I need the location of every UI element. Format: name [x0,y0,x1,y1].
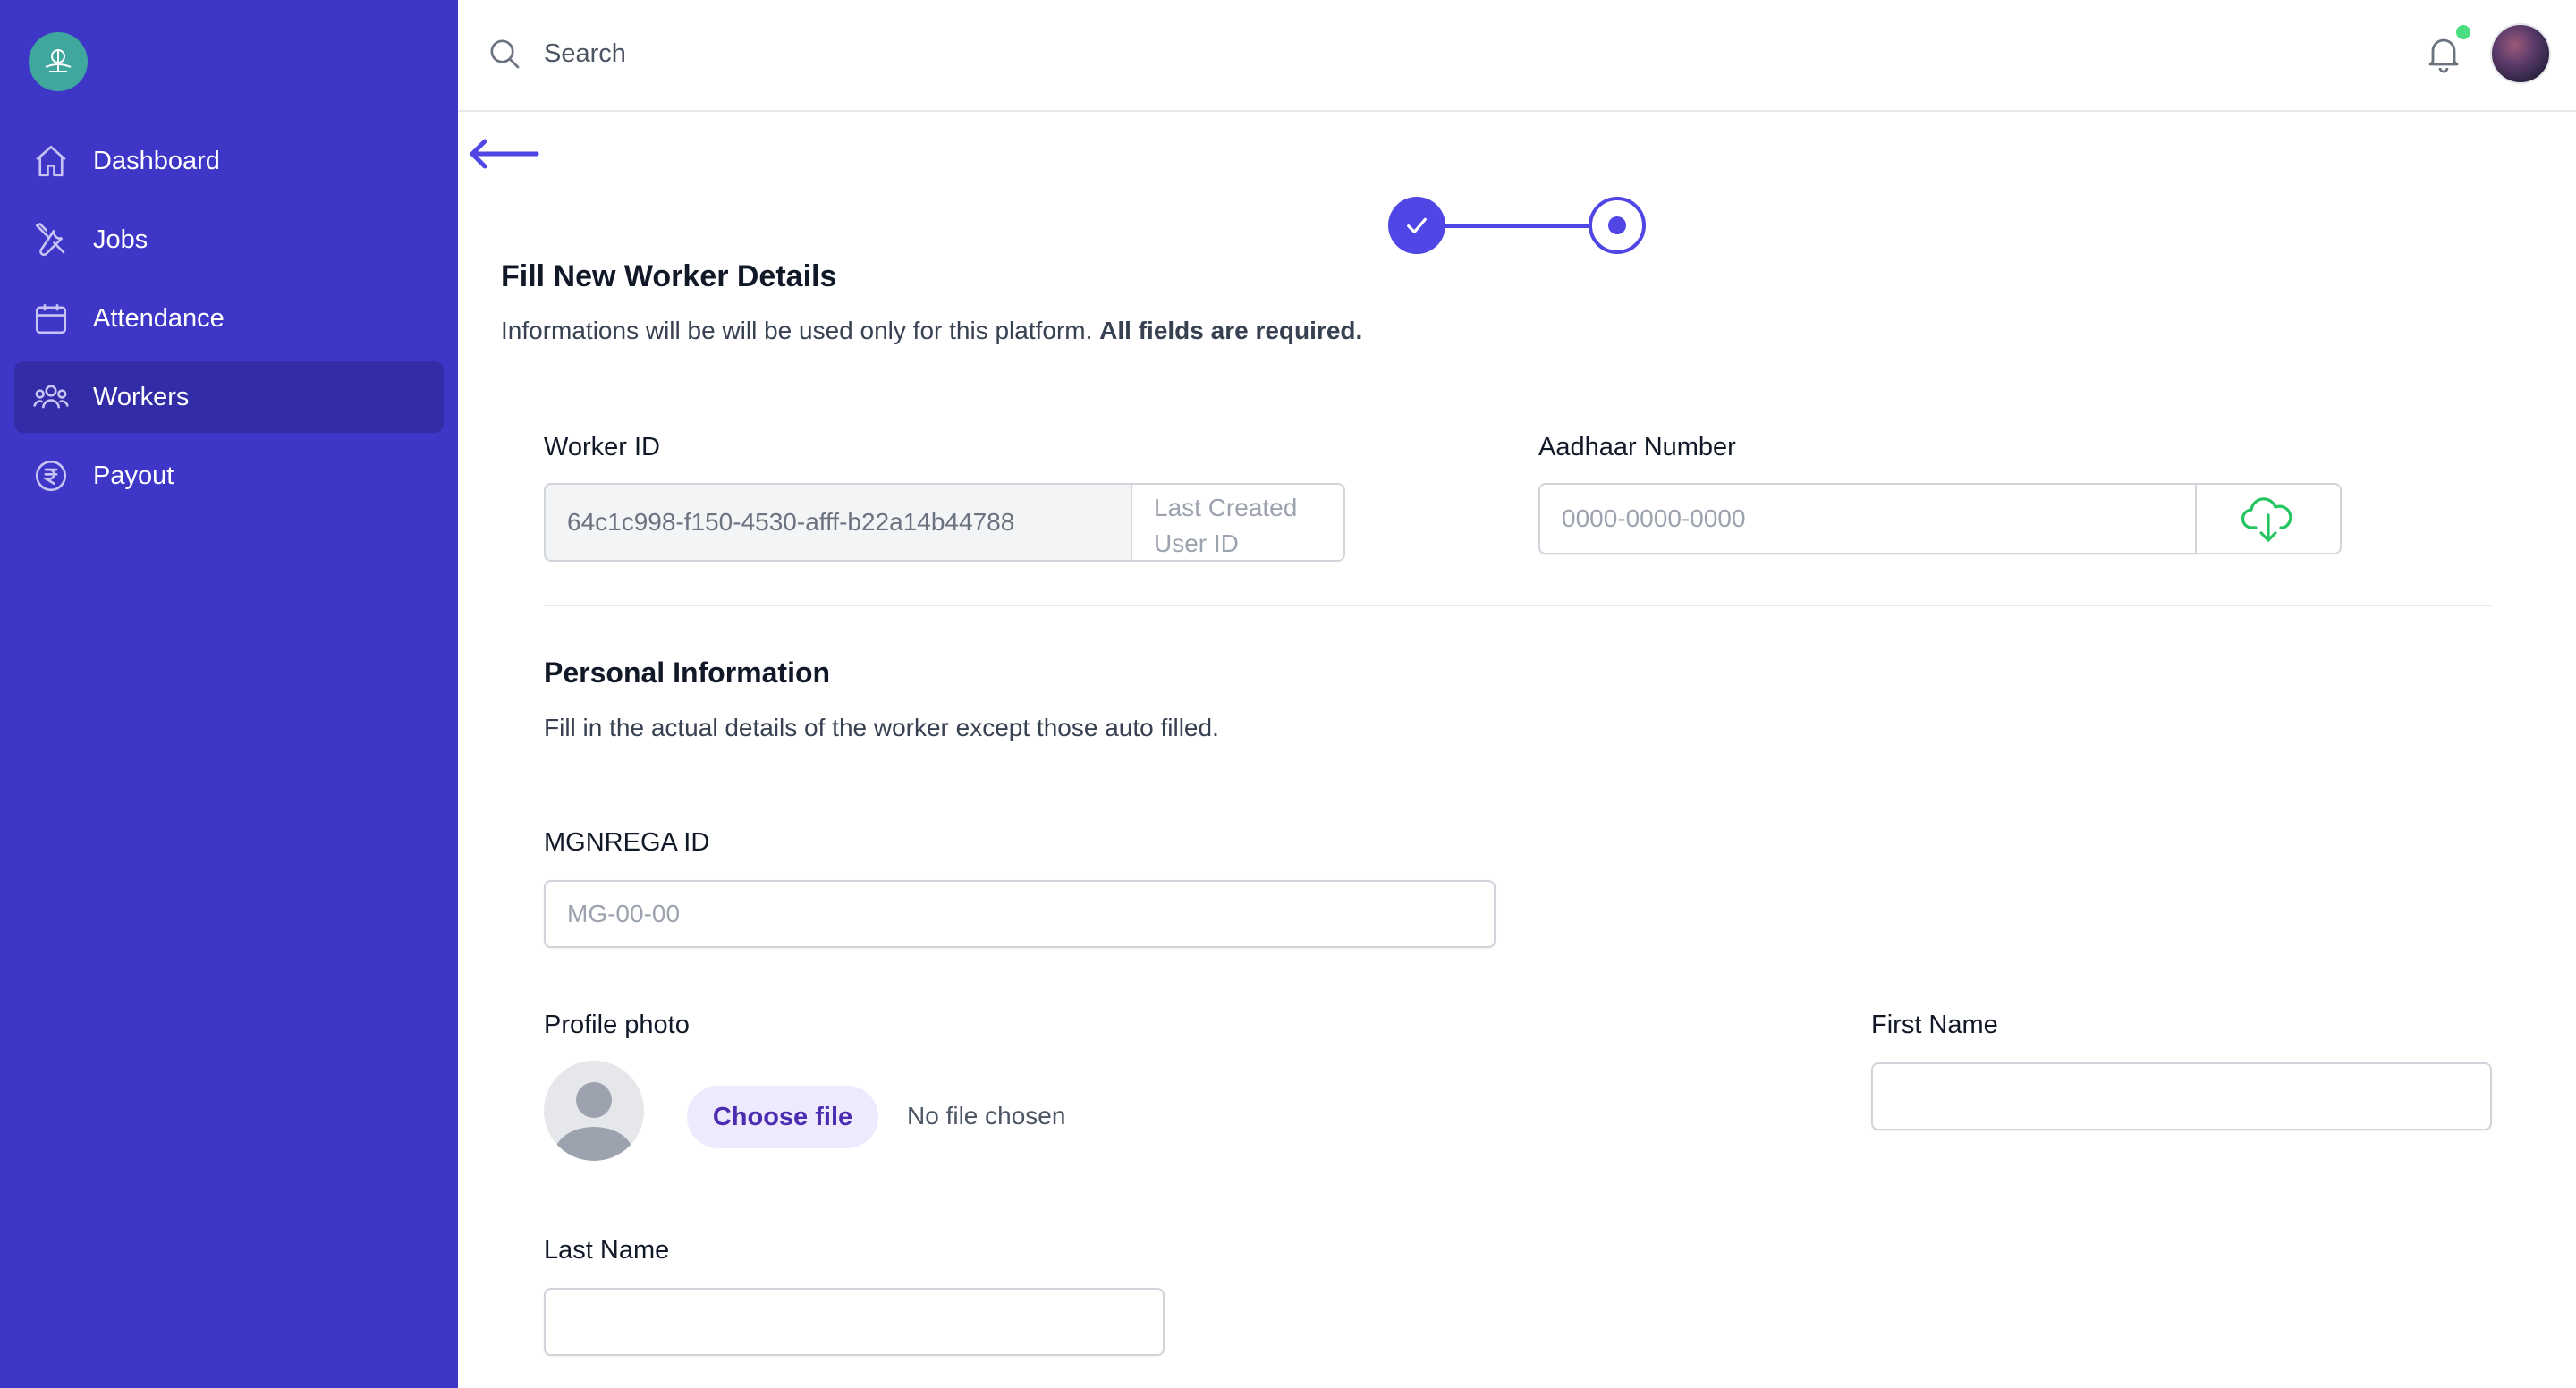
step-connector [1444,224,1590,228]
home-icon [30,140,72,182]
description-required-note: All fields are required. [1099,317,1363,344]
users-icon [30,377,72,418]
sidebar-item-dashboard[interactable]: Dashboard [14,125,444,197]
cloud-download-icon [2241,497,2292,542]
profile-photo-placeholder [544,1061,644,1161]
worker-id-field: 64c1c998-f150-4530-afff-b22a14b44788 Las… [544,483,1345,562]
sidebar-item-payout[interactable]: Payout [14,440,444,512]
profile-photo-label: Profile photo [544,1011,690,1039]
section-divider [544,605,2492,606]
sidebar-item-label: Payout [93,461,174,490]
current-step-dot-icon [1608,216,1626,234]
progress-stepper [1388,195,1648,256]
user-avatar[interactable] [2490,23,2551,84]
first-name-label: First Name [1871,1011,1998,1039]
sidebar-item-label: Dashboard [93,146,220,175]
app-logo[interactable] [29,32,88,91]
sidebar: Dashboard Jobs Attendance Workers Payout [0,0,458,1388]
aadhaar-fetch-button[interactable] [2195,483,2342,554]
user-silhouette-icon [555,1082,633,1161]
description-text: Informations will be will be used only f… [501,317,1093,344]
step-complete[interactable] [1388,197,1445,254]
rupee-icon [30,455,72,496]
sidebar-item-label: Attendance [93,303,225,333]
sidebar-item-attendance[interactable]: Attendance [14,283,444,354]
top-bar [458,0,2576,112]
page-title: Fill New Worker Details [501,259,837,293]
tools-icon [30,219,72,260]
calendar-icon [30,298,72,339]
aadhaar-field-group [1538,483,2342,554]
last-name-input[interactable] [544,1288,1165,1356]
choose-file-button[interactable]: Choose file [687,1086,878,1148]
worker-id-value[interactable]: 64c1c998-f150-4530-afff-b22a14b44788 [567,508,1014,537]
notification-indicator [2456,25,2470,39]
file-status-text: No file chosen [907,1102,1066,1130]
mgnrega-id-input[interactable] [544,880,1496,948]
page-description: Informations will be will be used only f… [501,317,1362,345]
step-current[interactable] [1589,197,1646,254]
aadhaar-label: Aadhaar Number [1538,433,1736,461]
aadhaar-input[interactable] [1538,483,2197,554]
sidebar-nav: Dashboard Jobs Attendance Workers Payout [14,125,444,519]
sidebar-item-label: Workers [93,382,190,411]
back-arrow-icon[interactable] [465,136,540,172]
mgnrega-id-label: MGNREGA ID [544,828,710,857]
sidebar-item-jobs[interactable]: Jobs [14,204,444,275]
section-description: Fill in the actual details of the worker… [544,714,1219,741]
sidebar-item-label: Jobs [93,224,148,254]
check-icon [1407,217,1427,233]
last-created-user-id-addon: Last Created User ID [1131,485,1343,560]
search-icon [487,36,522,72]
sidebar-item-workers[interactable]: Workers [14,361,444,433]
worker-id-label: Worker ID [544,433,660,461]
search-input[interactable] [544,27,1349,80]
last-name-label: Last Name [544,1236,670,1265]
section-title-personal-information: Personal Information [544,656,831,689]
first-name-input[interactable] [1871,1062,2492,1130]
